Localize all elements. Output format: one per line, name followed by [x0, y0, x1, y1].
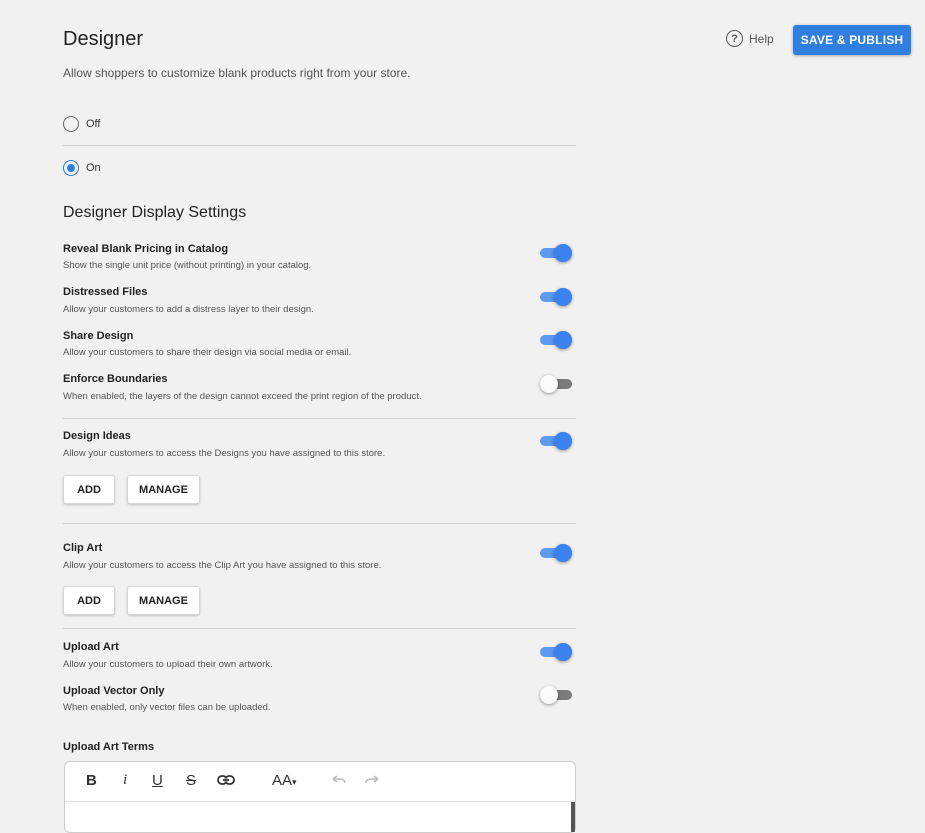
upload-art-title: Upload Art: [63, 641, 119, 653]
radio-off-circle[interactable]: [63, 116, 79, 132]
boundaries-title: Enforce Boundaries: [63, 373, 168, 385]
upload-art-toggle[interactable]: [540, 642, 572, 662]
radio-off-label: Off: [86, 118, 101, 130]
design-ideas-toggle[interactable]: [540, 431, 572, 451]
upload-art-desc: Allow your customers to upload their own…: [63, 659, 273, 670]
clip-art-desc: Allow your customers to access the Clip …: [63, 560, 382, 571]
distressed-toggle[interactable]: [540, 287, 572, 307]
terms-editor[interactable]: B i U S AA▾: [64, 761, 576, 833]
divider: [63, 628, 576, 629]
radio-on-label: On: [86, 162, 101, 174]
page-title: Designer: [63, 28, 144, 50]
redo-icon[interactable]: [364, 773, 380, 790]
reveal-pricing-toggle[interactable]: [540, 243, 572, 263]
link-icon[interactable]: [217, 773, 235, 791]
upload-terms-heading: Upload Art Terms: [63, 741, 155, 753]
design-ideas-manage-button[interactable]: MANAGE: [127, 475, 200, 504]
upload-vector-title: Upload Vector Only: [63, 685, 165, 697]
boundaries-desc: When enabled, the layers of the design c…: [63, 391, 422, 402]
help-icon: ?: [726, 30, 743, 47]
design-ideas-add-button[interactable]: ADD: [63, 475, 115, 504]
divider: [63, 418, 576, 419]
editor-scrollbar[interactable]: [571, 802, 575, 832]
upload-vector-toggle[interactable]: [540, 685, 572, 705]
upload-vector-desc: When enabled, only vector files can be u…: [63, 702, 271, 713]
share-desc: Allow your customers to share their desi…: [63, 347, 352, 358]
font-size-label: AA: [272, 772, 293, 789]
distressed-title: Distressed Files: [63, 286, 148, 298]
bold-icon[interactable]: B: [86, 772, 97, 789]
share-toggle[interactable]: [540, 330, 572, 350]
clip-art-title: Clip Art: [63, 542, 103, 554]
editor-toolbar: B i U S AA▾: [65, 762, 575, 802]
design-ideas-title: Design Ideas: [63, 430, 131, 442]
page-subtitle: Allow shoppers to customize blank produc…: [63, 66, 411, 80]
save-publish-button[interactable]: SAVE & PUBLISH: [793, 25, 911, 55]
boundaries-toggle[interactable]: [540, 374, 572, 394]
underline-icon[interactable]: U: [152, 772, 163, 789]
font-size-icon[interactable]: AA▾: [272, 772, 297, 789]
divider: [63, 523, 576, 524]
share-title: Share Design: [63, 330, 134, 342]
design-ideas-desc: Allow your customers to access the Desig…: [63, 448, 386, 459]
radio-on-circle[interactable]: [63, 160, 79, 176]
help-link[interactable]: ? Help: [726, 30, 774, 47]
reveal-pricing-desc: Show the single unit price (without prin…: [63, 260, 312, 271]
clip-art-add-button[interactable]: ADD: [63, 586, 115, 615]
section-heading: Designer Display Settings: [63, 204, 247, 221]
strikethrough-icon[interactable]: S: [186, 772, 196, 789]
radio-off[interactable]: Off: [63, 116, 100, 132]
help-label: Help: [749, 31, 774, 46]
divider: [63, 145, 576, 146]
clip-art-manage-button[interactable]: MANAGE: [127, 586, 200, 615]
font-size-caret-icon: ▾: [292, 777, 297, 787]
radio-on[interactable]: On: [63, 160, 101, 176]
clip-art-toggle[interactable]: [540, 543, 572, 563]
undo-icon[interactable]: [331, 773, 347, 790]
italic-icon[interactable]: i: [123, 772, 127, 789]
reveal-pricing-title: Reveal Blank Pricing in Catalog: [63, 243, 229, 255]
distressed-desc: Allow your customers to add a distress l…: [63, 304, 314, 315]
